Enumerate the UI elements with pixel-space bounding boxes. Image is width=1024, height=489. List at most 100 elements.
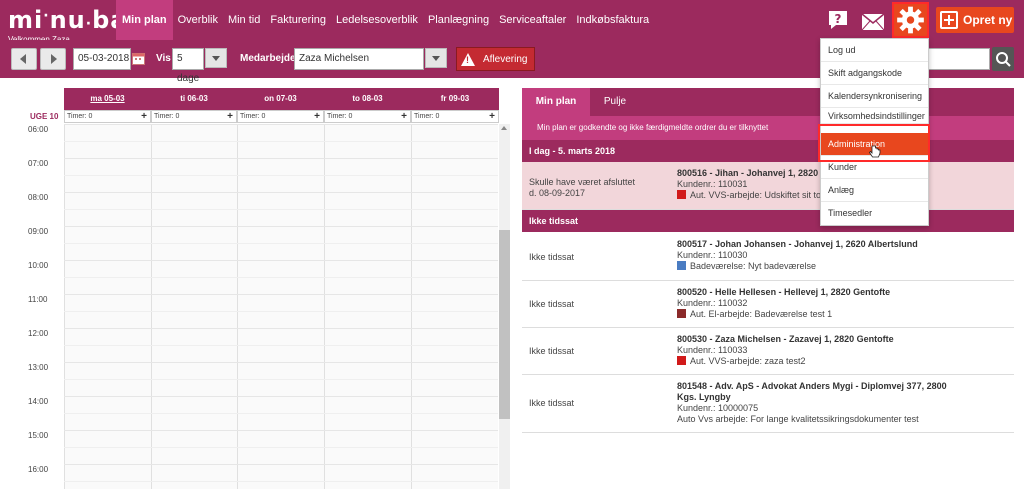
- day-header-thu[interactable]: to 08-03: [324, 88, 411, 110]
- vis-label: Vis: [156, 53, 171, 64]
- medarbejder-select[interactable]: Zaza Michelsen: [294, 48, 424, 70]
- order-description: Aut. El-arbejde: Badeværelse test 1: [690, 309, 833, 319]
- order-title: 800516 - Jihan - Johanvej 1, 2820 G: [677, 168, 827, 178]
- hour-label: 08:00: [28, 193, 49, 202]
- hour-label: 12:00: [28, 329, 49, 338]
- create-new-label: Opret ny: [963, 13, 1013, 27]
- plus-icon: [940, 11, 958, 29]
- menu-item-timesedler[interactable]: Timesedler: [821, 202, 928, 225]
- day-header-fri[interactable]: fr 09-03: [411, 88, 499, 110]
- date-input[interactable]: 05-03-2018: [73, 48, 131, 70]
- vis-dropdown-button[interactable]: [205, 48, 227, 68]
- nav-item-overblik[interactable]: Overblik: [173, 0, 223, 40]
- help-icon[interactable]: ?: [826, 8, 850, 32]
- hour-label: 10:00: [28, 261, 49, 270]
- day-header-mon[interactable]: ma 05-03: [64, 88, 151, 110]
- nav-item-planlaegning[interactable]: Planlægning: [423, 0, 494, 40]
- hour-label: 07:00: [28, 159, 49, 168]
- order-description: Aut. VVS-arbejde: Udskiftet sit toi: [690, 190, 824, 200]
- order-description: Aut. VVS-arbejde: zaza test2: [690, 356, 806, 366]
- add-time-button[interactable]: +: [401, 111, 407, 122]
- order-item[interactable]: Ikke tidssat 801548 - Adv. ApS - Advokat…: [522, 375, 1014, 433]
- warning-icon: [461, 52, 475, 66]
- gear-icon: [897, 6, 924, 34]
- hand-cursor-icon: [869, 145, 881, 158]
- hour-label: 06:00: [28, 125, 49, 134]
- timer-label: Timer: 0: [327, 113, 353, 120]
- add-time-button[interactable]: +: [489, 111, 495, 122]
- scroll-up-icon[interactable]: [501, 126, 507, 130]
- hour-label: 13:00: [28, 363, 49, 372]
- menu-item-virksomhedsindstillinger[interactable]: Virksomhedsindstillinger: [821, 108, 928, 124]
- order-customer-number: Kundenr.: 10000075: [677, 403, 759, 413]
- hour-label: 16:00: [28, 465, 49, 474]
- scrollbar-thumb[interactable]: [499, 230, 510, 419]
- day-header-wed[interactable]: on 07-03: [237, 88, 324, 110]
- order-customer-number: Kundenr.: 110033: [677, 345, 748, 355]
- add-time-button[interactable]: +: [227, 111, 233, 122]
- timer-cell: Timer: 0 +: [237, 110, 324, 123]
- prev-week-button[interactable]: [11, 48, 37, 70]
- timer-cell: Timer: 0 +: [324, 110, 411, 123]
- timer-label: Timer: 0: [154, 113, 180, 120]
- tab-info-text: Min plan er godkendte og ikke færdigmeld…: [522, 116, 1014, 140]
- order-status: Skulle have været afsluttet d. 08-09-201…: [529, 177, 636, 198]
- tab-min-plan[interactable]: Min plan: [522, 88, 590, 116]
- timer-label: Timer: 0: [240, 113, 266, 120]
- order-item[interactable]: Ikke tidssat 800530 - Zaza Michelsen - Z…: [522, 328, 1014, 375]
- order-title: 801548 - Adv. ApS - Advokat Anders Mygi …: [677, 381, 947, 391]
- logo[interactable]: mi·nu·ba Velkommen Zaza: [8, 3, 127, 44]
- timer-cell: Timer: 0 +: [151, 110, 237, 123]
- nav-item-min-plan[interactable]: Min plan: [116, 0, 173, 40]
- order-type-color: [677, 356, 686, 365]
- day-header-tue[interactable]: ti 06-03: [151, 88, 237, 110]
- next-week-button[interactable]: [40, 48, 66, 70]
- order-details: 800520 - Helle Hellesen - Hellevej 1, 28…: [677, 287, 890, 320]
- panel-tab-bar: Min plan Pulje: [522, 88, 1014, 116]
- calendar: ma 05-03 ti 06-03 on 07-03 to 08-03 fr 0…: [0, 88, 510, 489]
- vis-select[interactable]: 5 dage: [172, 48, 204, 84]
- order-type-color: [677, 261, 686, 270]
- order-description-row: Aut. El-arbejde: Badeværelse test 1: [677, 309, 890, 320]
- arrow-right-icon: [51, 54, 57, 64]
- aflevering-label: Aflevering: [483, 53, 528, 65]
- menu-item-log-ud[interactable]: Log ud: [821, 39, 928, 62]
- menu-item-kalendersynkronisering[interactable]: Kalendersynkronisering: [821, 85, 928, 108]
- nav-item-fakturering[interactable]: Fakturering: [265, 0, 331, 40]
- order-item-late[interactable]: Skulle have været afsluttet d. 08-09-201…: [522, 162, 1014, 210]
- search-icon: [996, 52, 1011, 67]
- add-time-button[interactable]: +: [314, 111, 320, 122]
- logo-text: mi·nu·ba: [8, 6, 128, 34]
- aflevering-button[interactable]: Aflevering: [456, 47, 535, 71]
- arrow-left-icon: [20, 54, 26, 64]
- search-input[interactable]: [928, 48, 990, 70]
- menu-item-skift-adgangskode[interactable]: Skift adgangskode: [821, 62, 928, 85]
- nav-item-min-tid[interactable]: Min tid: [223, 0, 265, 40]
- timer-label: Timer: 0: [67, 113, 93, 120]
- hour-label: 09:00: [28, 227, 49, 236]
- order-title: 800520 - Helle Hellesen - Hellevej 1, 28…: [677, 287, 891, 297]
- order-description: Auto Vvs arbejde: For lange kvalitetssik…: [677, 414, 919, 424]
- medarbejder-dropdown-button[interactable]: [425, 48, 447, 68]
- calendar-grid[interactable]: [64, 124, 498, 489]
- calendar-icon[interactable]: [132, 52, 145, 65]
- menu-item-anlaeg[interactable]: Anlæg: [821, 179, 928, 202]
- order-customer-number: Kundenr.: 110030: [677, 250, 748, 260]
- mail-icon[interactable]: [861, 10, 885, 34]
- svg-text:?: ?: [835, 12, 842, 26]
- order-title: 800517 - Johan Johansen - Johanvej 1, 26…: [677, 239, 918, 249]
- order-customer-number: Kundenr.: 110031: [677, 179, 748, 189]
- nav-item-indkobsfaktura[interactable]: Indkøbsfaktura: [571, 0, 654, 40]
- today-header: I dag - 5. marts 2018: [522, 140, 1014, 162]
- nav-item-serviceaftaler[interactable]: Serviceaftaler: [494, 0, 571, 40]
- order-item[interactable]: Ikke tidssat 800520 - Helle Hellesen - H…: [522, 281, 1014, 328]
- create-new-button[interactable]: Opret ny: [936, 7, 1014, 33]
- add-time-button[interactable]: +: [141, 111, 147, 122]
- settings-button[interactable]: [892, 2, 929, 38]
- nav-item-ledelsesoverblik[interactable]: Ledelsesoverblik: [331, 0, 423, 40]
- hour-label: 14:00: [28, 397, 49, 406]
- tab-pulje[interactable]: Pulje: [590, 88, 640, 116]
- search-button[interactable]: [992, 47, 1014, 71]
- order-item[interactable]: Ikke tidssat 800517 - Johan Johansen - J…: [522, 233, 1014, 281]
- order-type-color: [677, 190, 686, 199]
